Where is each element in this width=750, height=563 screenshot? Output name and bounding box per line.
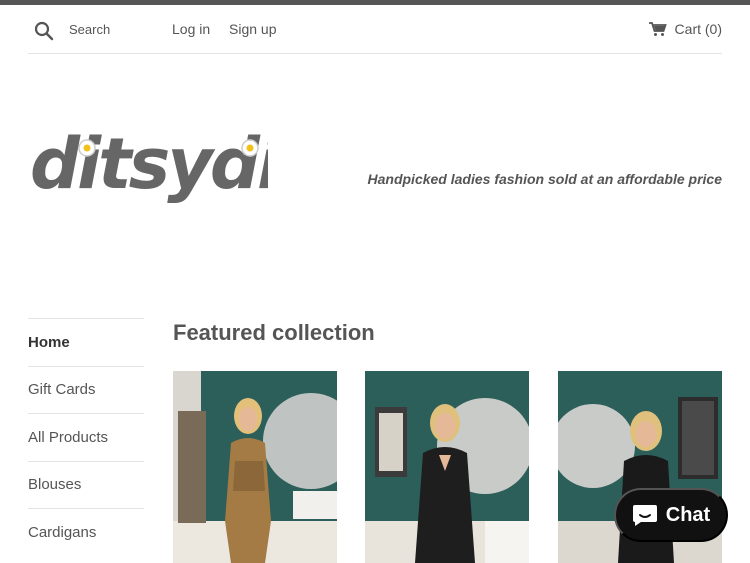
chat-bubble-icon [632, 505, 657, 526]
sidebar-nav: Home Gift Cards All Products Blouses Car… [28, 318, 144, 556]
product-image[interactable] [365, 371, 529, 563]
site-header: Search Log in Sign up Cart (0) [28, 5, 722, 54]
search-icon[interactable] [34, 21, 54, 41]
ditsydi-logo[interactable]: ditsydi [28, 110, 268, 235]
sidebar-item-cardigans[interactable]: Cardigans [28, 508, 144, 556]
site-tagline: Handpicked ladies fashion sold at an aff… [367, 171, 723, 187]
chat-button[interactable]: Chat [614, 488, 728, 542]
sidebar-item-all-products[interactable]: All Products [28, 413, 144, 461]
cart-icon [648, 21, 667, 36]
sidebar-item-blouses[interactable]: Blouses [28, 460, 144, 509]
cart-link[interactable]: Cart (0) [648, 21, 722, 37]
sidebar-item-home[interactable]: Home [28, 318, 144, 366]
signup-link[interactable]: Sign up [229, 21, 276, 37]
svg-text:ditsydi: ditsydi [30, 123, 268, 205]
daisy-icon [78, 139, 96, 157]
sidebar-item-gift-cards[interactable]: Gift Cards [28, 365, 144, 414]
featured-collection-title: Featured collection [173, 320, 375, 345]
login-link[interactable]: Log in [172, 21, 210, 37]
chat-label: Chat [665, 503, 711, 526]
cart-label: Cart (0) [674, 21, 722, 37]
product-image[interactable] [173, 371, 337, 563]
search-input[interactable]: Search [69, 22, 110, 37]
daisy-icon [241, 139, 259, 157]
